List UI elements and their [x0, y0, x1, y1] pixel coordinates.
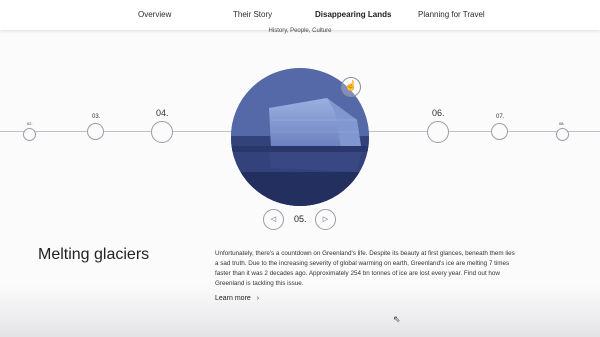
timeline-label: 04.	[156, 108, 169, 118]
top-nav: Overview Their Story Disappearing Lands …	[0, 0, 600, 30]
section-title: Melting glaciers	[38, 246, 150, 263]
learn-more-label: Learn more	[215, 295, 251, 302]
timeline-label: 08.	[559, 121, 565, 126]
mouse-pointer-icon: ⇖	[393, 314, 401, 324]
timeline-label: 03.	[92, 114, 101, 120]
nav-their-story[interactable]: Their Story	[233, 10, 272, 19]
nav-planning-for-travel[interactable]: Planning for Travel	[418, 10, 485, 19]
next-button[interactable]: ▷	[315, 209, 336, 230]
nav-disappearing-lands[interactable]: Disappearing Lands	[315, 10, 391, 19]
timeline-node-03[interactable]	[87, 123, 104, 140]
timeline-node-04[interactable]	[151, 121, 173, 143]
timeline-node-08[interactable]	[556, 128, 569, 141]
timeline-node-06[interactable]	[427, 121, 449, 143]
nav-overview[interactable]: Overview	[138, 10, 171, 19]
timeline-label: 02.	[27, 121, 33, 126]
section-body: Unfortunately, there's a countdown on Gr…	[215, 250, 515, 287]
learn-more-link[interactable]: Learn more ›	[215, 295, 259, 302]
chevron-right-icon: ▷	[322, 216, 329, 223]
timeline-label: 07.	[496, 114, 505, 120]
section-subtitle: History, People, Culture	[268, 28, 332, 34]
chevron-right-icon: ›	[256, 295, 260, 302]
chevron-left-icon: ◁	[270, 216, 277, 223]
timeline-node-07[interactable]	[491, 123, 508, 140]
current-slide-number: 05.	[294, 214, 307, 224]
hand-cursor-icon: ☝	[341, 77, 361, 97]
timeline-label: 06.	[432, 108, 445, 118]
timeline-node-02[interactable]	[23, 128, 36, 141]
prev-button[interactable]: ◁	[263, 209, 284, 230]
